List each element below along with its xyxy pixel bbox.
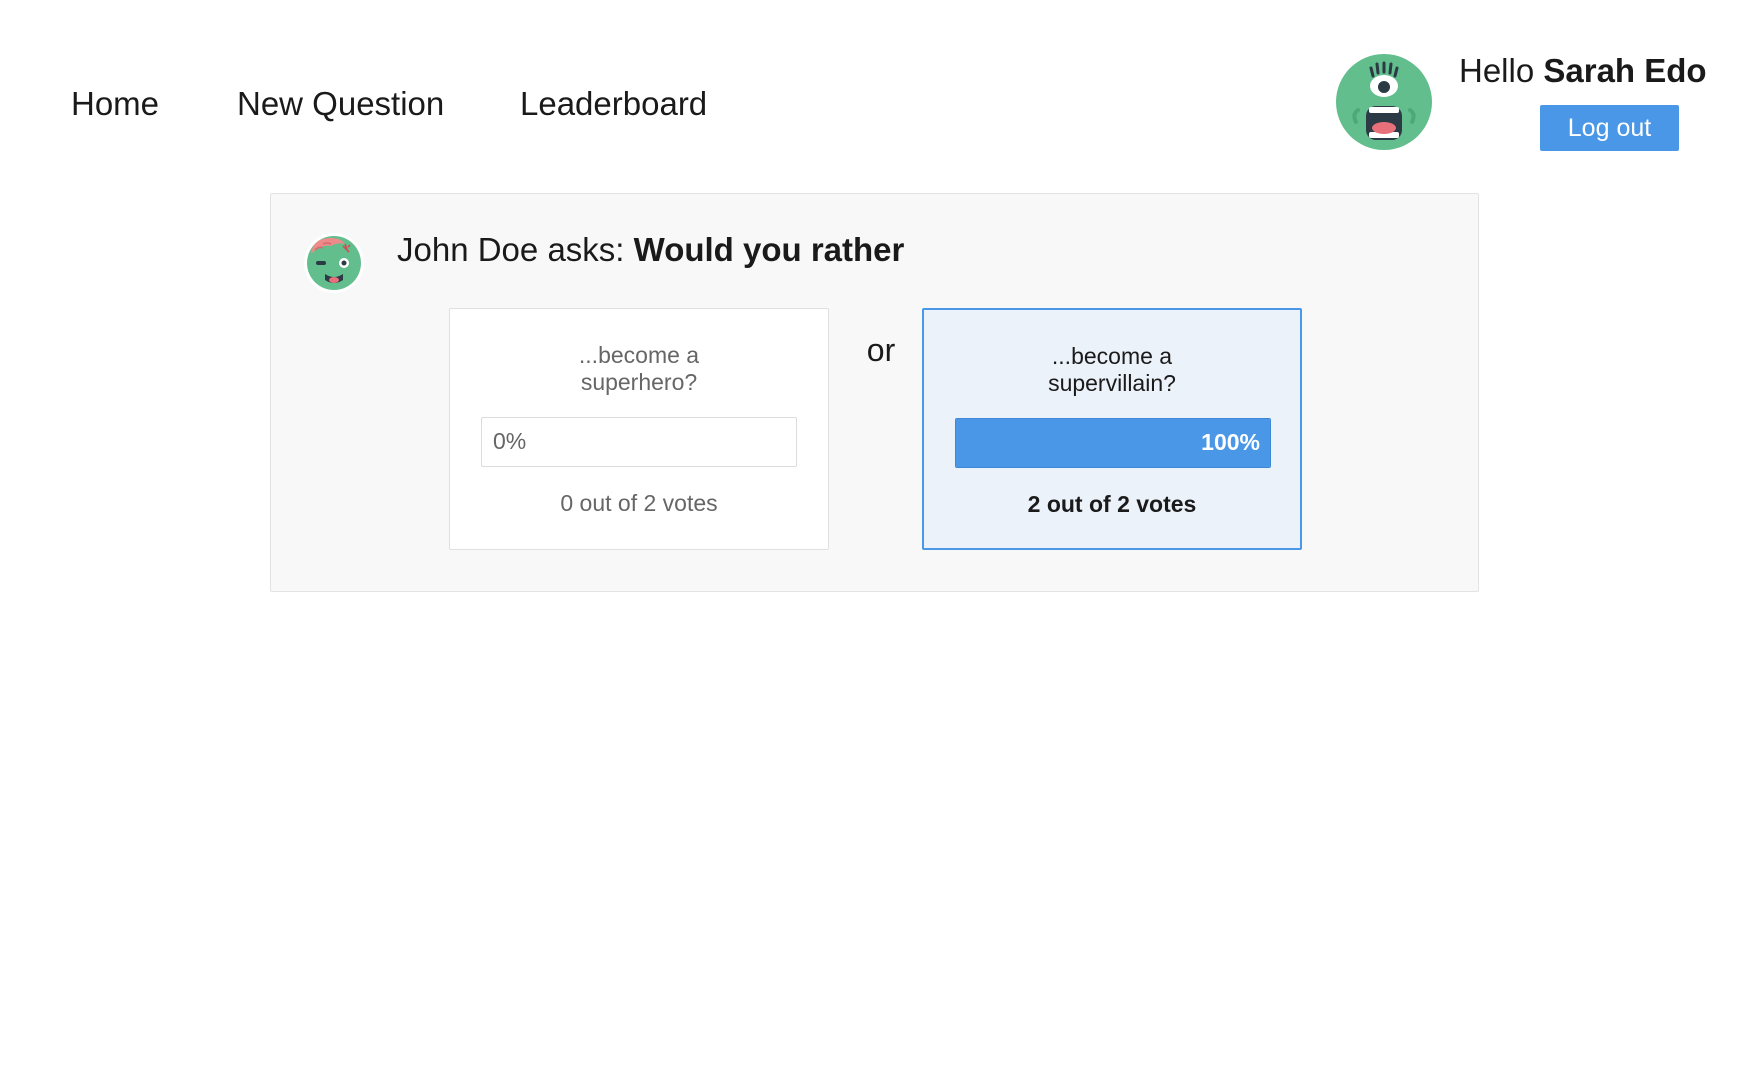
option-one-result: ...become a superhero? 0% 0 out of 2 vot… xyxy=(449,308,829,550)
asks-label: asks: xyxy=(547,231,625,268)
option-two-percent: 100% xyxy=(1201,429,1260,455)
zombie-avatar-icon xyxy=(304,233,364,293)
logout-button[interactable]: Log out xyxy=(1540,105,1679,151)
user-name: Sarah Edo xyxy=(1543,52,1707,89)
option-two-progress-bar: 100% xyxy=(955,418,1271,468)
option-one-progress-bar: 0% xyxy=(481,417,797,467)
question-title: John Doe asks: Would you rather xyxy=(397,228,904,272)
option-two-text: ...become a supervillain? xyxy=(1048,343,1176,396)
option-two-result: ...become a supervillain? 100% 2 out of … xyxy=(922,308,1302,550)
option-one-text: ...become a superhero? xyxy=(578,342,700,395)
or-separator: or xyxy=(866,332,896,368)
cyclops-monster-avatar-icon xyxy=(1336,54,1432,150)
user-greeting: Hello Sarah Edo xyxy=(1459,50,1707,92)
nav-new-question-link[interactable]: New Question xyxy=(237,84,444,124)
greeting-text: Hello xyxy=(1459,52,1535,89)
question-prompt: Would you rather xyxy=(633,231,905,268)
top-nav: Home New Question Leaderboard Hello Sara… xyxy=(0,0,1754,175)
option-two-votes: 2 out of 2 votes xyxy=(1027,491,1197,517)
nav-home-link[interactable]: Home xyxy=(71,84,159,124)
option-one-votes: 0 out of 2 votes xyxy=(560,490,718,516)
option-one-percent: 0% xyxy=(493,428,527,454)
question-card: John Doe asks: Would you rather ...becom… xyxy=(270,193,1479,592)
nav-leaderboard-link[interactable]: Leaderboard xyxy=(520,84,707,124)
question-author: John Doe xyxy=(397,231,539,268)
page: Home New Question Leaderboard Hello Sara… xyxy=(0,0,1754,1084)
